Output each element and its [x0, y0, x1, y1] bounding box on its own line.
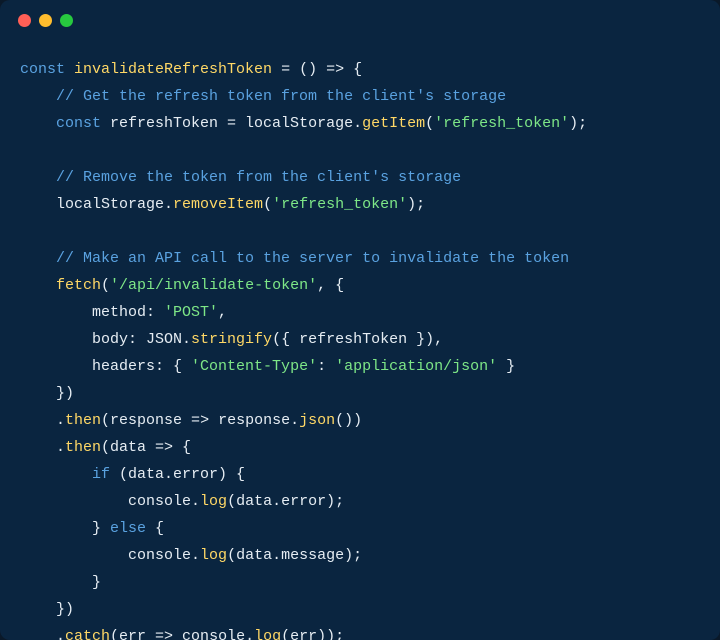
code-text: (err => console.	[110, 628, 254, 640]
paren: );	[569, 115, 587, 132]
method-name: log	[200, 493, 227, 510]
keyword: const	[20, 61, 65, 78]
keyword: if	[92, 466, 110, 483]
comment: // Get the refresh token from the client…	[56, 88, 506, 105]
zoom-icon[interactable]	[60, 14, 73, 27]
string-literal: 'refresh_token'	[272, 196, 407, 213]
keyword: else	[110, 520, 146, 537]
method-name: removeItem	[173, 196, 263, 213]
window-controls	[18, 14, 73, 27]
paren: (	[101, 277, 110, 294]
paren: (err));	[281, 628, 344, 640]
code-text: refreshToken = localStorage.	[101, 115, 362, 132]
paren: (	[263, 196, 272, 213]
code-text: ({ refreshToken }),	[272, 331, 443, 348]
brace: }	[92, 574, 101, 591]
dot: .	[56, 412, 65, 429]
code-text: (data.message);	[227, 547, 362, 564]
code-text: (data => {	[101, 439, 191, 456]
paren: (	[425, 115, 434, 132]
comma: ,	[218, 304, 227, 321]
brace: }	[92, 520, 110, 537]
method-name: then	[65, 412, 101, 429]
code-text: console.	[128, 493, 200, 510]
close-icon[interactable]	[18, 14, 31, 27]
code-text: = () => {	[272, 61, 362, 78]
string-literal: 'refresh_token'	[434, 115, 569, 132]
code-block: const invalidateRefreshToken = () => { /…	[20, 56, 700, 640]
method-name: log	[254, 628, 281, 640]
minimize-icon[interactable]	[39, 14, 52, 27]
code-text: })	[56, 385, 74, 402]
method-name: stringify	[191, 331, 272, 348]
string-literal: 'Content-Type'	[191, 358, 317, 375]
code-text: headers: {	[92, 358, 191, 375]
method-name: log	[200, 547, 227, 564]
code-text: , {	[317, 277, 344, 294]
paren: );	[407, 196, 425, 213]
dot: .	[56, 439, 65, 456]
comment: // Make an API call to the server to inv…	[56, 250, 569, 267]
method-name: json	[299, 412, 335, 429]
dot: .	[56, 628, 65, 640]
colon: :	[317, 358, 335, 375]
string-literal: 'POST'	[164, 304, 218, 321]
code-text: console.	[128, 547, 200, 564]
code-text: method:	[92, 304, 164, 321]
code-window: const invalidateRefreshToken = () => { /…	[0, 0, 720, 640]
code-text: })	[56, 601, 74, 618]
method-name: catch	[65, 628, 110, 640]
string-literal: 'application/json'	[335, 358, 497, 375]
method-name: getItem	[362, 115, 425, 132]
method-name: then	[65, 439, 101, 456]
code-text: (data.error) {	[110, 466, 245, 483]
comment: // Remove the token from the client's st…	[56, 169, 461, 186]
string-literal: '/api/invalidate-token'	[110, 277, 317, 294]
code-text: body: JSON.	[92, 331, 191, 348]
code-text: (response => response.	[101, 412, 299, 429]
code-text: (data.error);	[227, 493, 344, 510]
code-text: localStorage.	[56, 196, 173, 213]
paren: ())	[335, 412, 362, 429]
function-name: invalidateRefreshToken	[74, 61, 272, 78]
function-name: fetch	[56, 277, 101, 294]
brace: {	[146, 520, 164, 537]
brace: }	[497, 358, 515, 375]
keyword: const	[56, 115, 101, 132]
